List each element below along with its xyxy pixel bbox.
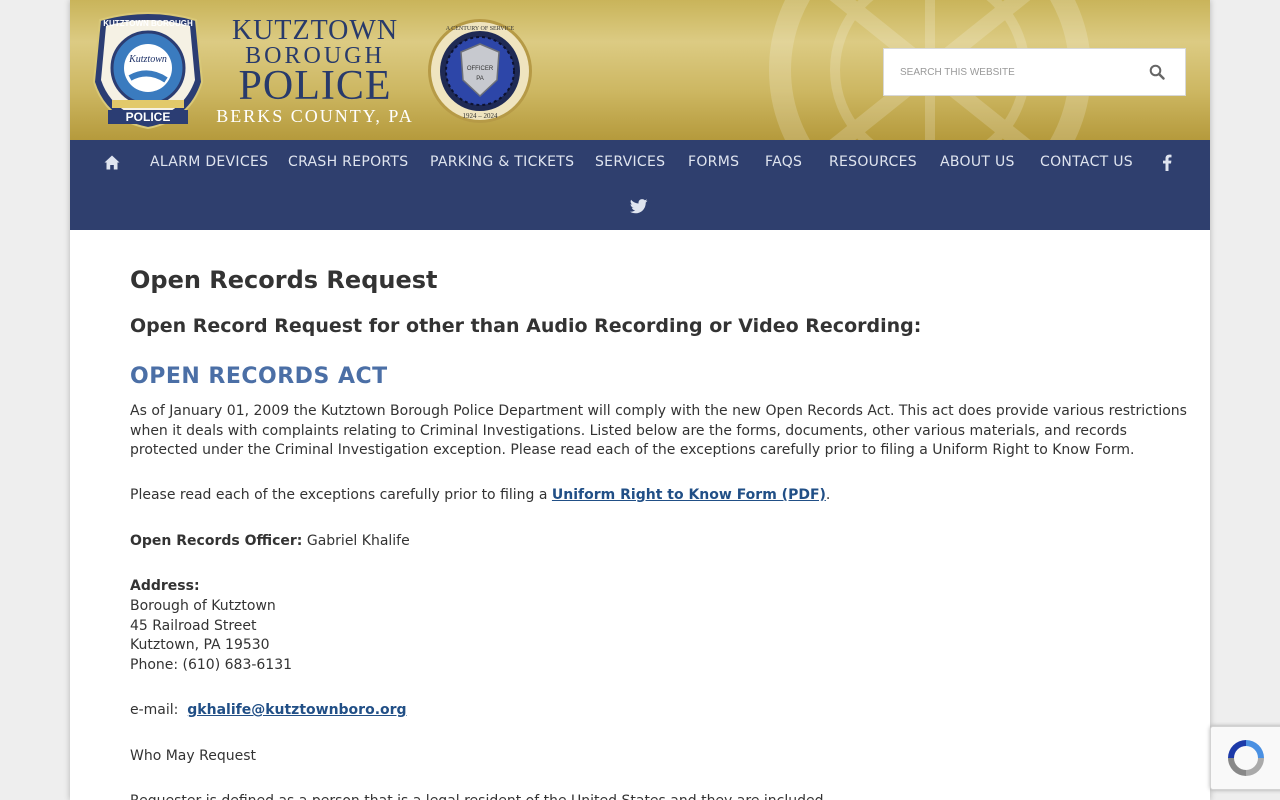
svg-text:1924 – 2024: 1924 – 2024 [463, 112, 499, 120]
intro-line-3: protected under the Criminal Investigati… [130, 442, 1135, 458]
intro-line-1: As of January 01, 2009 the Kutztown Boro… [130, 403, 1187, 419]
site-subtitle-county[interactable]: BERKS COUNTY, PA [210, 106, 420, 127]
address-label: Address: [130, 577, 200, 597]
phone-line: Phone: (610) 683-6131 [130, 657, 293, 673]
email-label: e-mail: [130, 702, 188, 718]
site-header: Kutztown POLICE KUTZTOWN BOROUGH KUTZTOW… [70, 0, 1210, 140]
email-link[interactable]: gkhalife@kutztownboro.org [187, 702, 406, 718]
who-may-request: Who May Request [130, 748, 256, 764]
address-line-2: 45 Railroad Street [130, 618, 257, 634]
nav-item-parking-tickets[interactable]: PARKING & TICKETS [430, 154, 574, 172]
nav-item-crash-reports[interactable]: CRASH REPORTS [288, 154, 408, 172]
requester-definition-line: Requester is defined as a person that is… [130, 792, 837, 800]
uniform-right-to-know-form-link[interactable]: Uniform Right to Know Form (PDF) [552, 487, 826, 503]
nav-item-services[interactable]: SERVICES [595, 154, 665, 172]
police-badge-logo[interactable]: Kutztown POLICE KUTZTOWN BOROUGH [90, 12, 206, 130]
records-officer-line: Open Records Officer: Gabriel Khalife [130, 532, 410, 552]
search-form [883, 48, 1186, 96]
address-label-text: Address: [130, 578, 200, 594]
intro-line-2: when it deals with complaints relating t… [130, 422, 1127, 439]
address-line-1: Borough of Kutztown [130, 598, 276, 614]
svg-text:KUTZTOWN BOROUGH: KUTZTOWN BOROUGH [103, 19, 193, 28]
main-navigation: ALARM DEVICES CRASH REPORTS PARKING & TI… [70, 140, 1210, 230]
twitter-icon[interactable] [630, 199, 648, 214]
century-of-service-seal: OFFICER PA A CENTURY OF SERVICE 1924 – 2… [428, 19, 532, 123]
page-title: Open Records Request [130, 266, 438, 294]
nav-item-forms[interactable]: FORMS [688, 154, 739, 172]
svg-text:PA: PA [476, 76, 484, 82]
please-read-paragraph: Please read each of the exceptions caref… [130, 486, 830, 506]
search-input[interactable] [884, 49, 1134, 95]
address-line-3: Kutztown, PA 19530 [130, 637, 270, 653]
nav-item-about-us[interactable]: ABOUT US [940, 154, 1015, 172]
records-officer-name: Gabriel Khalife [302, 533, 410, 549]
search-icon[interactable] [1149, 64, 1165, 80]
svg-text:A CENTURY OF SERVICE: A CENTURY OF SERVICE [446, 26, 515, 32]
nav-item-faqs[interactable]: FAQS [765, 154, 802, 172]
records-officer-label: Open Records Officer: [130, 533, 303, 549]
nav-item-contact-us[interactable]: CONTACT US [1040, 154, 1133, 172]
open-records-act-heading: OPEN RECORDS ACT [130, 364, 388, 389]
please-read-suffix: . [825, 487, 831, 503]
nav-item-resources[interactable]: RESOURCES [829, 154, 917, 172]
svg-text:Kutztown: Kutztown [128, 54, 167, 65]
svg-text:POLICE: POLICE [126, 110, 171, 124]
page: Kutztown POLICE KUTZTOWN BOROUGH KUTZTOW… [70, 0, 1210, 800]
recaptcha-icon [1228, 740, 1264, 776]
home-icon[interactable] [104, 155, 120, 170]
nav-item-alarm-devices[interactable]: ALARM DEVICES [150, 154, 268, 172]
email-line: e-mail: gkhalife@kutztownboro.org [130, 701, 407, 721]
recaptcha-badge[interactable] [1210, 726, 1280, 790]
site-title-police[interactable]: POLICE [220, 62, 410, 110]
section-subtitle: Open Record Request for other than Audio… [130, 315, 922, 337]
svg-text:OFFICER: OFFICER [467, 66, 494, 72]
facebook-icon[interactable] [1162, 154, 1172, 171]
please-read-text: Please read each of the exceptions caref… [130, 487, 552, 503]
